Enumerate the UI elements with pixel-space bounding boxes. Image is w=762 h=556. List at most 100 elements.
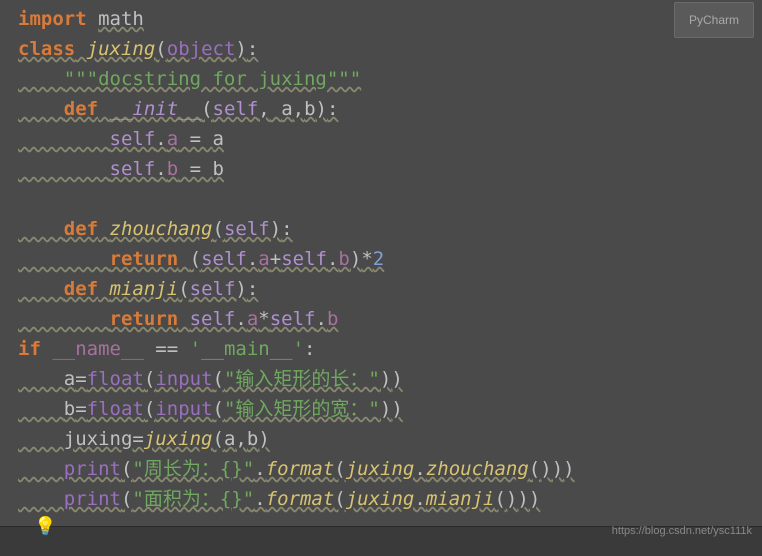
assign: = xyxy=(75,398,86,420)
assign: = xyxy=(75,368,86,390)
plus: + xyxy=(270,248,281,270)
paren: ( xyxy=(190,248,201,270)
equals: == xyxy=(144,338,190,360)
code-line: print("面积为：{}".format(juxing.mianji())) xyxy=(18,484,744,514)
space xyxy=(178,248,189,270)
param-self: self xyxy=(213,98,259,120)
assign: = xyxy=(178,128,212,150)
docstring: """docstring for juxing""" xyxy=(64,68,361,90)
dunder-name: __name__ xyxy=(52,338,144,360)
builtin-print: print xyxy=(64,458,121,480)
paren: ) xyxy=(391,368,402,390)
colon: : xyxy=(304,338,315,360)
var-a: a xyxy=(213,128,224,150)
code-line: a=float(input("输入矩形的长：")) xyxy=(18,364,744,394)
code-line: self.b = b xyxy=(18,154,744,184)
indent xyxy=(18,368,64,390)
code-line: juxing=juxing(a,b) xyxy=(18,424,744,454)
keyword-return: return xyxy=(110,308,179,330)
self-ref: self xyxy=(110,128,156,150)
paren: ( xyxy=(529,458,540,480)
space xyxy=(270,98,281,120)
paren: ) xyxy=(506,488,517,510)
code-line: import math xyxy=(18,4,744,34)
paren: ) xyxy=(552,458,563,480)
attr-b: b xyxy=(338,248,349,270)
method-mianji: mianji xyxy=(110,278,179,300)
dot: . xyxy=(235,308,246,330)
paren: ( xyxy=(213,368,224,390)
keyword-class: class xyxy=(18,38,75,60)
string-area: "面积为：{}" xyxy=(132,488,254,510)
code-editor[interactable]: import math class juxing(object): """doc… xyxy=(0,0,762,518)
indent xyxy=(18,158,110,180)
assign: = xyxy=(132,428,143,450)
keyword-def: def xyxy=(64,278,98,300)
keyword-def: def xyxy=(64,218,98,240)
indent xyxy=(18,218,64,240)
param-b: b xyxy=(304,98,315,120)
module-math: math xyxy=(98,8,144,30)
builtin-float: float xyxy=(87,398,144,420)
paren: ( xyxy=(144,398,155,420)
string-perimeter: "周长为：{}" xyxy=(132,458,254,480)
keyword-def: def xyxy=(64,98,98,120)
colon: : xyxy=(247,38,258,60)
class-name: juxing xyxy=(87,38,156,60)
multiply: * xyxy=(258,308,269,330)
paren: ( xyxy=(334,458,345,480)
indent xyxy=(18,398,64,420)
self-ref: self xyxy=(201,248,247,270)
dot: . xyxy=(247,248,258,270)
dot: . xyxy=(155,128,166,150)
base-object: object xyxy=(167,38,236,60)
dot: . xyxy=(155,158,166,180)
blank xyxy=(18,188,29,210)
var-b: b xyxy=(213,158,224,180)
indent xyxy=(18,248,110,270)
code-line: def zhouchang(self): xyxy=(18,214,744,244)
code-line: return self.a*self.b xyxy=(18,304,744,334)
paren: ) xyxy=(316,98,327,120)
indent xyxy=(18,68,64,90)
paren: ) xyxy=(391,398,402,420)
paren: ) xyxy=(350,248,361,270)
method-format: format xyxy=(266,488,335,510)
paren: ) xyxy=(235,278,246,300)
builtin-float: float xyxy=(87,368,144,390)
comma: , xyxy=(258,98,269,120)
var-juxing: juxing xyxy=(64,428,133,450)
dot: . xyxy=(327,248,338,270)
obj-juxing: juxing xyxy=(346,488,415,510)
param-self: self xyxy=(190,278,236,300)
dot: . xyxy=(316,308,327,330)
paren: ( xyxy=(213,428,224,450)
var-b: b xyxy=(64,398,75,420)
self-ref: self xyxy=(270,308,316,330)
watermark: https://blog.csdn.net/ysc111k xyxy=(612,516,752,546)
dot: . xyxy=(414,488,425,510)
paren: ( xyxy=(334,488,345,510)
paren: ( xyxy=(121,458,132,480)
number-2: 2 xyxy=(373,248,384,270)
var-a: a xyxy=(64,368,75,390)
code-line: if __name__ == '__main__': xyxy=(18,334,744,364)
builtin-print: print xyxy=(64,488,121,510)
paren: ( xyxy=(121,488,132,510)
paren: ( xyxy=(213,218,224,240)
call-zhouchang: zhouchang xyxy=(426,458,529,480)
method-zhouchang: zhouchang xyxy=(110,218,213,240)
self-ref: self xyxy=(281,248,327,270)
paren: ) xyxy=(270,218,281,240)
space xyxy=(178,308,189,330)
paren: ) xyxy=(258,428,269,450)
code-line: """docstring for juxing""" xyxy=(18,64,744,94)
colon: : xyxy=(281,218,292,240)
comma: , xyxy=(293,98,304,120)
string-prompt-length: "输入矩形的长：" xyxy=(224,368,380,390)
comma: , xyxy=(235,428,246,450)
indent xyxy=(18,458,64,480)
string-main: '__main__' xyxy=(190,338,304,360)
code-line xyxy=(18,184,744,214)
lightbulb-icon[interactable]: 💡 xyxy=(34,512,56,542)
